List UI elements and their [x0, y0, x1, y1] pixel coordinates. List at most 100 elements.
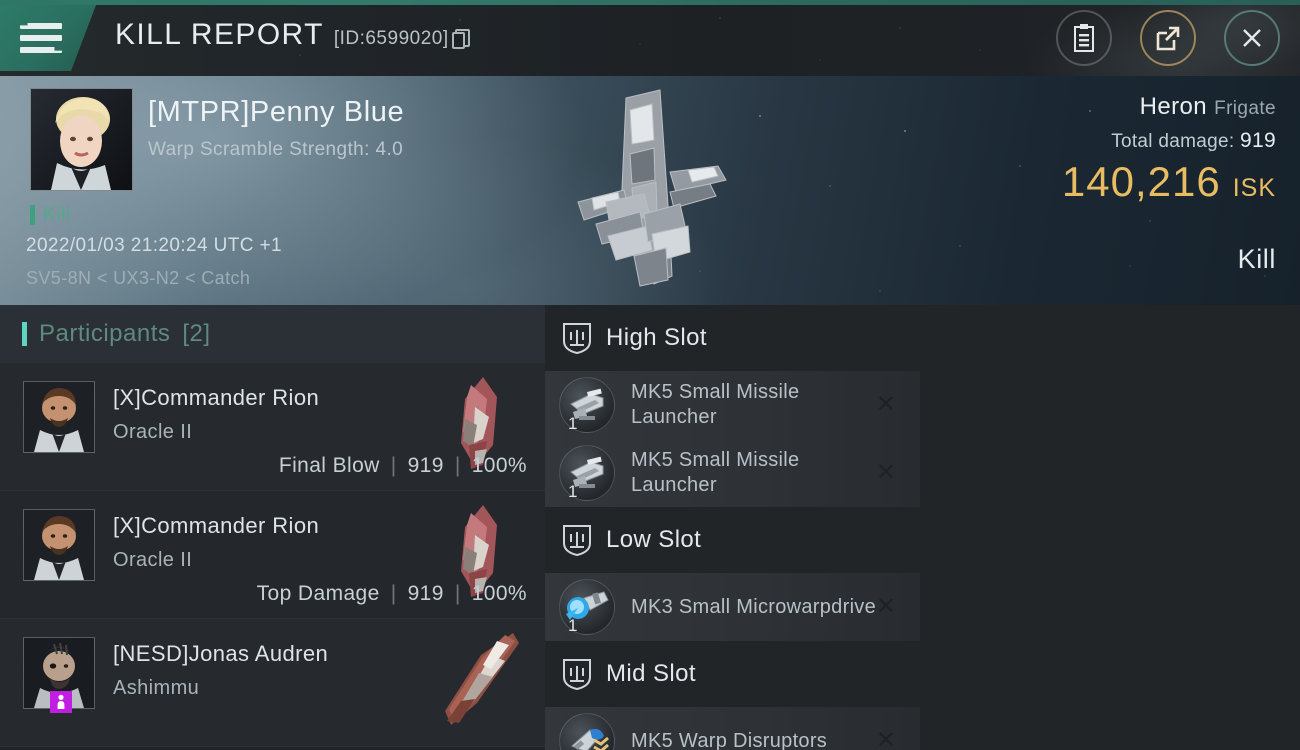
participant-damage: 919: [407, 582, 444, 605]
stat-divider: |: [454, 454, 461, 477]
title-text: KILL REPORT: [115, 18, 324, 51]
warp-disruptor-icon: 1: [559, 713, 615, 750]
participant-ship: Oracle II: [113, 421, 193, 443]
participants-title: Participants: [39, 320, 171, 347]
kill-status-tag: Kill: [30, 204, 71, 226]
fitting-item[interactable]: 1 MK5 Warp Disruptors ✕: [545, 707, 920, 750]
kill-tag-label: Kill: [43, 204, 71, 225]
pilot-glyph-icon: [57, 694, 65, 709]
victim-banner: [MTPR]Penny Blue Warp Scramble Strength:…: [0, 76, 1300, 305]
avatar: [23, 381, 95, 453]
isk-amount: 140,216: [1061, 158, 1221, 205]
clipboard-icon: [1074, 24, 1094, 52]
slot-shield-icon: [563, 659, 591, 691]
warp-disruptor-glyph: [571, 728, 609, 750]
title-bar-accent: [0, 0, 1300, 5]
missile-launcher-icon: 1: [559, 377, 615, 433]
close-icon[interactable]: ✕: [876, 595, 896, 619]
participant-tag: Final Blow: [278, 454, 380, 477]
share-icon: [1156, 26, 1180, 51]
isk-currency: ISK: [1232, 174, 1276, 202]
participant-ship: Oracle II: [113, 549, 193, 571]
slot-group-label: Mid Slot: [606, 660, 696, 687]
table-row[interactable]: [NESD]Jonas Audren Ashimmu: [0, 619, 545, 747]
isk-value: 140,216 ISK: [1062, 158, 1276, 206]
hamburger-icon: [20, 23, 62, 53]
slot-group-items-low: 1 MK3 Small Microwarpdrive ✕: [545, 573, 1300, 641]
close-icon[interactable]: ✕: [876, 393, 896, 417]
slot-group-header-mid: Mid Slot: [545, 641, 1300, 707]
stat-divider: |: [390, 454, 397, 477]
report-body: Participants [2] [X]Commander Rion Oracl…: [0, 305, 1300, 750]
fitting-item[interactable]: 1 MK5 Small Missile Launcher ✕: [545, 371, 920, 439]
clipboard-button[interactable]: [1054, 8, 1114, 68]
close-icon[interactable]: ✕: [876, 729, 896, 750]
slot-shield-icon: [563, 323, 591, 355]
victim-name: [MTPR]Penny Blue: [148, 96, 405, 128]
participants-accent: [22, 322, 27, 346]
report-id-text: [ID:6599020]: [333, 28, 449, 49]
participant-stats: Final Blow | 919 | 100%: [279, 454, 527, 478]
kill-report-screen: KILL REPORT [ID:6599020] [MTPR]Penny Blu…: [0, 0, 1300, 750]
participant-damage: 919: [407, 454, 444, 477]
slot-group-header-low: Low Slot: [545, 507, 1300, 573]
close-icon: [1243, 29, 1261, 47]
share-button[interactable]: [1138, 8, 1198, 68]
participant-ship: Ashimmu: [113, 677, 200, 699]
slot-group-label: High Slot: [606, 324, 707, 351]
participant-ship-render: [431, 629, 523, 729]
fitting-panel: High Slot 1 MK5 Small Missile Launcher ✕…: [545, 305, 1300, 750]
slot-group-label: Low Slot: [606, 526, 702, 553]
report-id: [ID:6599020]: [333, 28, 470, 50]
victim-subtitle: Warp Scramble Strength: 4.0: [148, 139, 404, 160]
participant-portrait-art: [24, 510, 94, 580]
title-bar-actions: [1054, 8, 1282, 68]
avatar: [23, 509, 95, 581]
slot-shield-icon: [563, 525, 591, 557]
close-button[interactable]: [1222, 8, 1282, 68]
participant-name: [NESD]Jonas Audren: [113, 641, 329, 666]
participants-count: [2]: [182, 320, 211, 347]
close-icon[interactable]: ✕: [876, 461, 896, 485]
title-bar: KILL REPORT [ID:6599020]: [0, 0, 1300, 76]
slot-group-items-mid: 1 MK5 Warp Disruptors ✕: [545, 707, 1300, 750]
missile-launcher-icon: 1: [559, 445, 615, 501]
copy-icon[interactable]: [451, 29, 470, 49]
total-damage: Total damage: 919: [1111, 129, 1276, 153]
victim-ship-class: Frigate: [1214, 98, 1276, 119]
item-name: MK3 Small Microwarpdrive: [631, 595, 877, 618]
character-badge-icon: [50, 691, 72, 713]
slot-group-items-high: 1 MK5 Small Missile Launcher ✕ 1 MK5 Sma…: [545, 371, 1300, 507]
heron-ship-icon: [577, 89, 727, 287]
participant-name: [X]Commander Rion: [113, 513, 320, 538]
kill-tag-accent: [30, 205, 35, 225]
participant-name: [X]Commander Rion: [113, 385, 320, 410]
participants-panel: Participants [2] [X]Commander Rion Oracl…: [0, 305, 545, 750]
slot-group-header-high: High Slot: [545, 305, 1300, 371]
participant-percent: 100%: [471, 454, 527, 477]
total-damage-value: 919: [1240, 129, 1276, 152]
hamburger-menu-button[interactable]: [0, 5, 96, 71]
victim-portrait-art: [31, 89, 132, 190]
ashimmu-ship-icon: [445, 633, 519, 725]
table-row[interactable]: [X]Commander Rion Oracle II Final Blow |: [0, 363, 545, 491]
item-name: MK5 Warp Disruptors: [631, 729, 828, 750]
item-name: MK5 Small Missile Launcher: [631, 449, 800, 496]
item-quantity: 1: [568, 482, 578, 501]
participant-percent: 100%: [471, 582, 527, 605]
fitting-item[interactable]: 1 MK3 Small Microwarpdrive ✕: [545, 573, 920, 641]
item-quantity: 1: [568, 616, 578, 635]
item-name: MK5 Small Missile Launcher: [631, 381, 800, 428]
participant-stats: Top Damage | 919 | 100%: [257, 582, 527, 606]
participant-portrait-art: [24, 382, 94, 452]
victim-avatar[interactable]: [30, 88, 133, 191]
table-row[interactable]: [X]Commander Rion Oracle II Top Damage |: [0, 491, 545, 619]
participants-header: Participants [2]: [0, 305, 545, 363]
victim-ship-name: Heron: [1139, 93, 1207, 120]
fitting-item[interactable]: 1 MK5 Small Missile Launcher ✕: [545, 439, 920, 507]
victim-ship-stats: Heron Frigate: [1140, 93, 1276, 121]
kill-result: Kill: [1237, 244, 1276, 274]
page-title: KILL REPORT [ID:6599020]: [115, 18, 470, 52]
kill-location: SV5-8N < UX3-N2 < Catch: [26, 268, 251, 288]
victim-ship-render: [548, 84, 748, 296]
